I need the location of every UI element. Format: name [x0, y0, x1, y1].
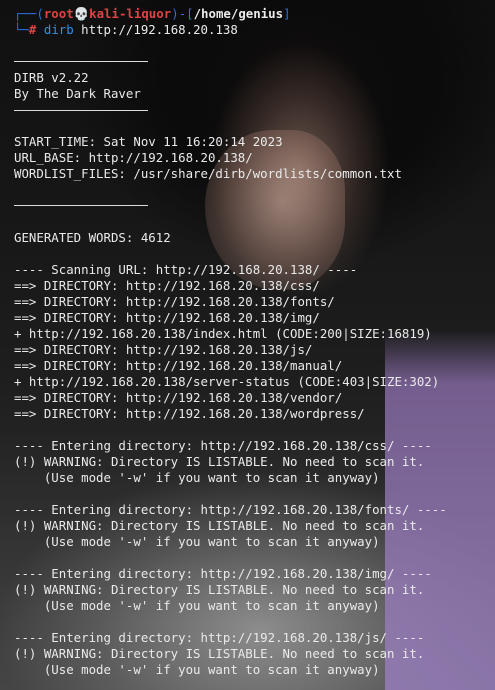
- entering-header: ---- Entering directory: http://192.168.…: [14, 566, 432, 581]
- prompt-close: ]: [283, 6, 291, 21]
- scan-result: ==> DIRECTORY: http://192.168.20.138/js/: [14, 342, 313, 357]
- scan-result: + http://192.168.20.138/server-status (C…: [14, 374, 440, 389]
- scan-hint: (Use mode '-w' if you want to scan it an…: [14, 662, 380, 677]
- entering-header: ---- Entering directory: http://192.168.…: [14, 438, 432, 453]
- prompt-user: root: [43, 6, 74, 21]
- scan-hint: (Use mode '-w' if you want to scan it an…: [14, 598, 380, 613]
- command-name: dirb: [43, 22, 74, 37]
- prompt-line: ┌──(root💀kali-liquor)-[/home/genius]: [14, 6, 291, 22]
- scan-result: ==> DIRECTORY: http://192.168.20.138/img…: [14, 310, 320, 325]
- divider: [14, 110, 148, 111]
- prompt-path: /home/genius: [193, 6, 284, 21]
- scan-result: ==> DIRECTORY: http://192.168.20.138/man…: [14, 358, 343, 373]
- start-time: START_TIME: Sat Nov 11 16:20:14 2023: [14, 134, 283, 149]
- terminal-window[interactable]: ┌──(root💀kali-liquor)-[/home/genius] └─#…: [0, 0, 495, 690]
- scan-result: ==> DIRECTORY: http://192.168.20.138/ven…: [14, 390, 343, 405]
- listable-warning: (!) WARNING: Directory IS LISTABLE. No n…: [14, 582, 425, 597]
- listable-warning: (!) WARNING: Directory IS LISTABLE. No n…: [14, 454, 425, 469]
- scan-result: ==> DIRECTORY: http://192.168.20.138/wor…: [14, 406, 365, 421]
- banner-title: DIRB v2.22: [14, 70, 89, 85]
- scan-result: + http://192.168.20.138/index.html (CODE…: [14, 326, 432, 341]
- scan-result: ==> DIRECTORY: http://192.168.20.138/css…: [14, 278, 320, 293]
- prompt-host: kali-liquor: [89, 6, 172, 21]
- divider: [14, 205, 148, 206]
- scan-hint: (Use mode '-w' if you want to scan it an…: [14, 470, 380, 485]
- url-base: URL_BASE: http://192.168.20.138/: [14, 150, 253, 165]
- banner-author: By The Dark Raver: [14, 86, 141, 101]
- prompt-separator: )-[: [171, 6, 194, 21]
- listable-warning: (!) WARNING: Directory IS LISTABLE. No n…: [14, 518, 425, 533]
- prompt-corner-top: ┌──(: [14, 6, 44, 21]
- command-line[interactable]: └─# dirb http://192.168.20.138: [14, 22, 238, 38]
- command-argument: http://192.168.20.138: [81, 22, 238, 37]
- prompt-hash: #: [28, 22, 37, 37]
- entering-header: ---- Entering directory: http://192.168.…: [14, 630, 425, 645]
- divider: [14, 61, 148, 62]
- listable-warning: (!) WARNING: Directory IS LISTABLE. No n…: [14, 646, 425, 661]
- scan-header: ---- Scanning URL: http://192.168.20.138…: [14, 262, 358, 277]
- generated-words: GENERATED WORDS: 4612: [14, 230, 171, 245]
- scan-result: ==> DIRECTORY: http://192.168.20.138/fon…: [14, 294, 335, 309]
- scan-hint: (Use mode '-w' if you want to scan it an…: [14, 534, 380, 549]
- entering-header: ---- Entering directory: http://192.168.…: [14, 502, 447, 517]
- prompt-corner-bottom: └─: [14, 22, 29, 37]
- wordlist-files: WORDLIST_FILES: /usr/share/dirb/wordlist…: [14, 166, 402, 181]
- skull-icon: 💀: [73, 6, 90, 21]
